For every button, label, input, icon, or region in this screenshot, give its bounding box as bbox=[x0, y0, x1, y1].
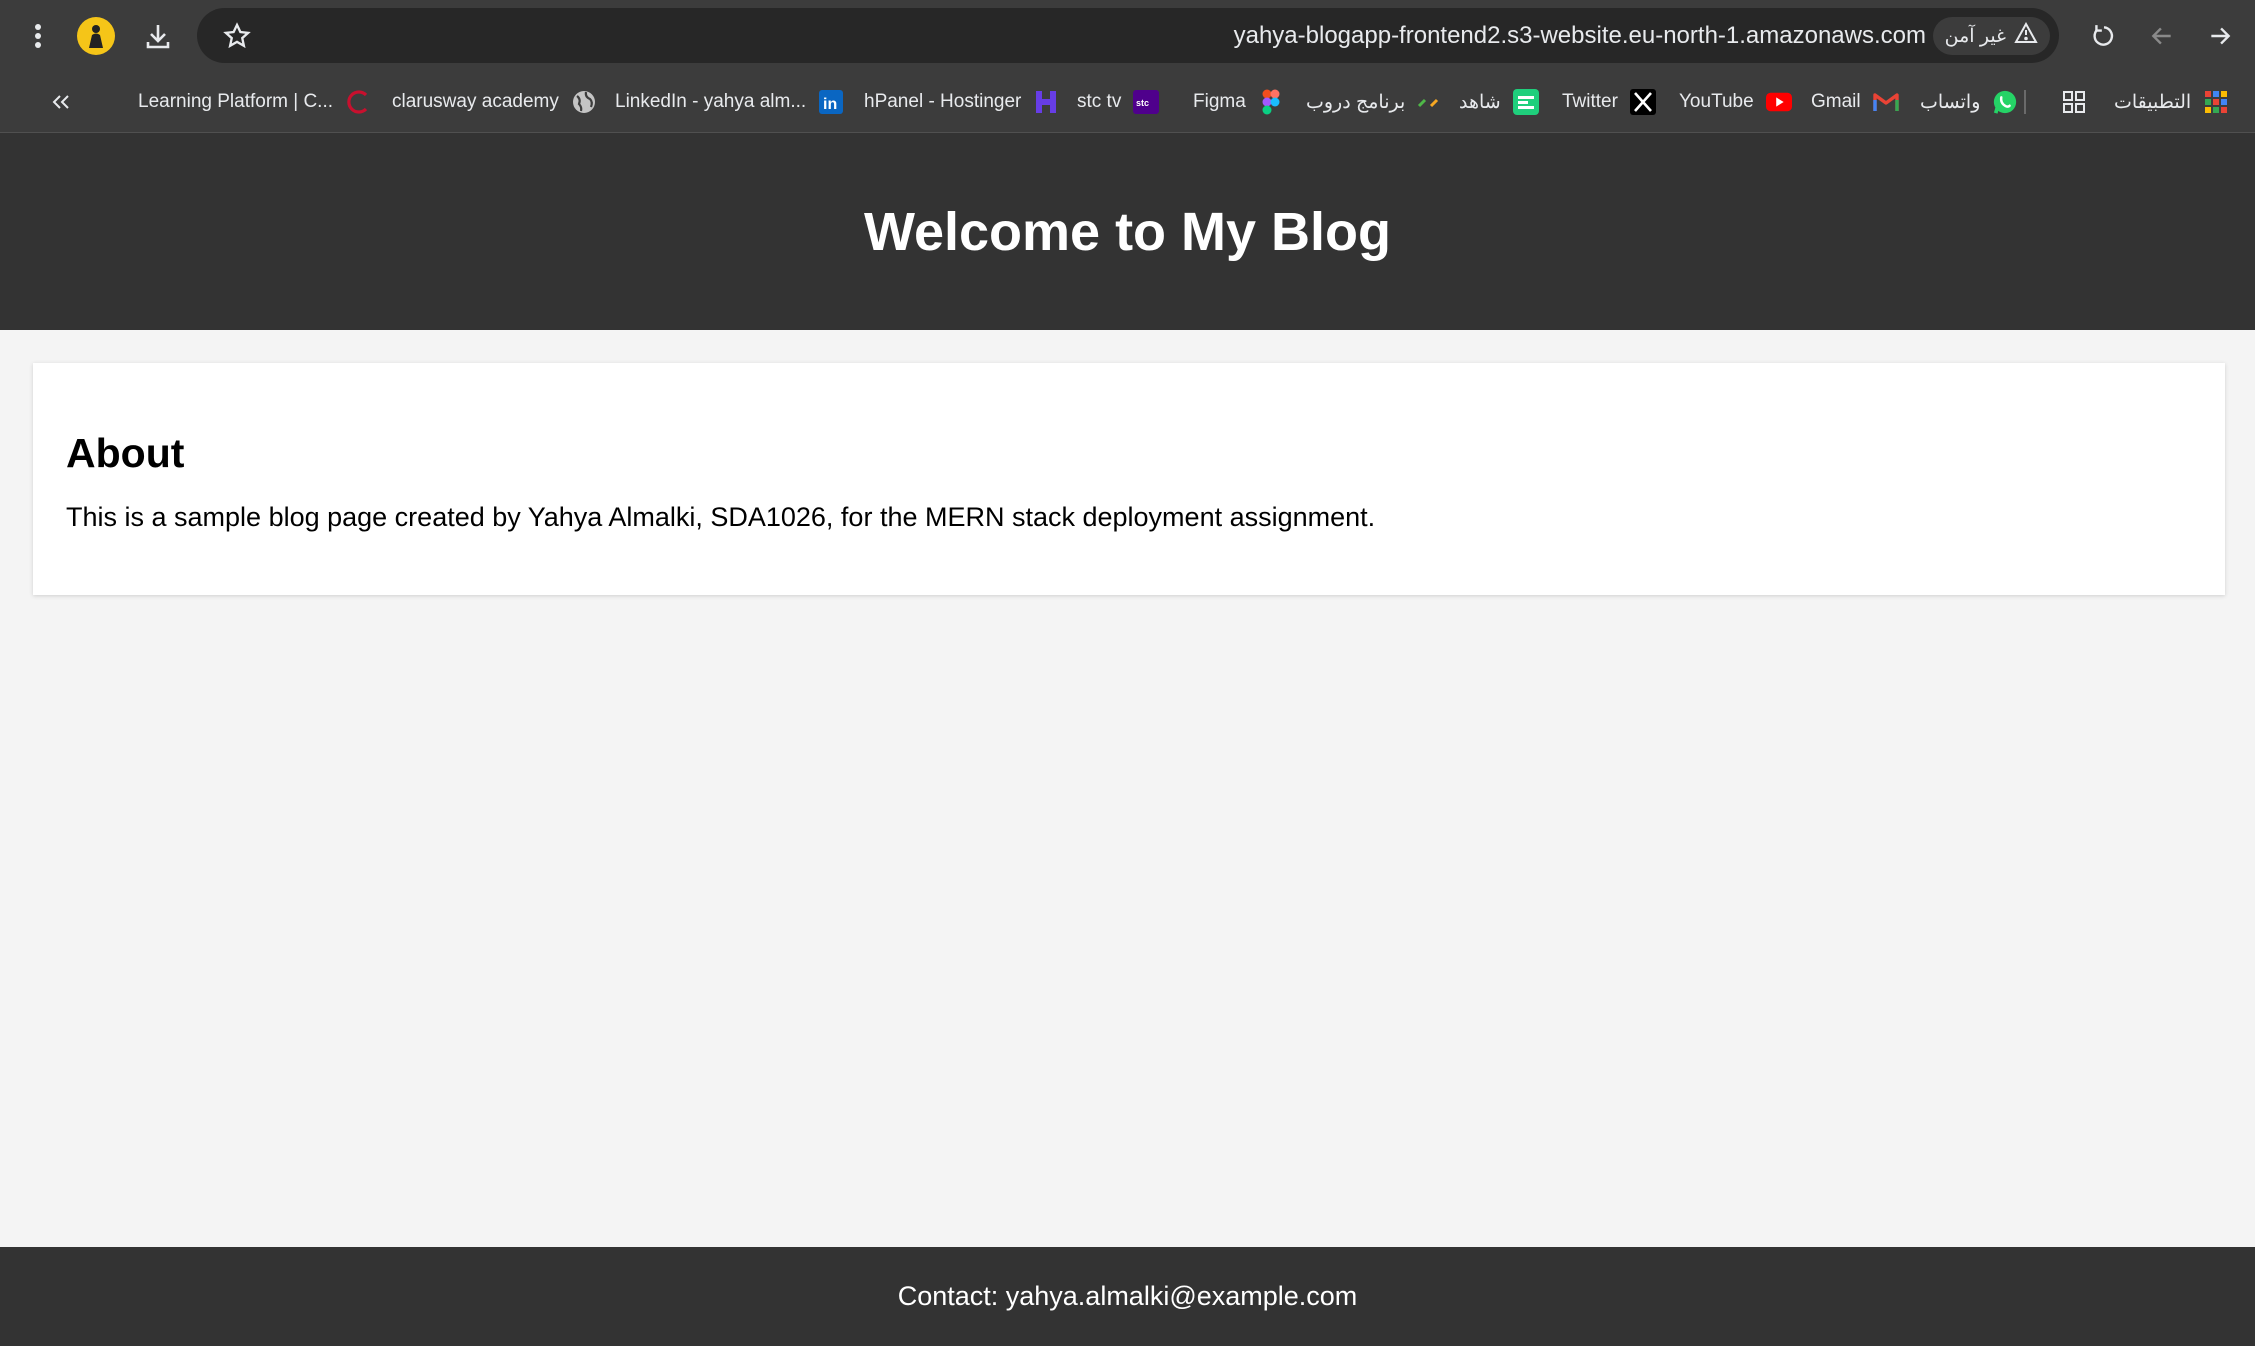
bookmark-youtube[interactable]: YouTube bbox=[1679, 72, 1792, 132]
bookmark-linkedin[interactable]: LinkedIn - yahya alm... in bbox=[615, 72, 844, 132]
blog-footer: Contact: yahya.almalki@example.com bbox=[0, 1247, 2255, 1346]
bookmark-label: YouTube bbox=[1679, 91, 1754, 112]
bookmark-shahid[interactable]: شاهد bbox=[1459, 72, 1539, 132]
star-icon[interactable] bbox=[217, 16, 257, 56]
bookmark-twitter[interactable]: Twitter bbox=[1562, 72, 1656, 132]
bookmark-learning-platform[interactable]: Learning Platform | C... bbox=[138, 72, 371, 132]
browser-toolbar: yahya-blogapp-frontend2.s3-website.eu-no… bbox=[0, 0, 2255, 72]
stctv-icon: stc bbox=[1133, 89, 1160, 115]
bookmark-hostinger[interactable]: hPanel - Hostinger bbox=[864, 72, 1059, 132]
about-card: About This is a sample blog page created… bbox=[33, 363, 2225, 595]
security-chip[interactable]: غير آمن bbox=[1932, 17, 2050, 55]
bookmark-label: Gmail bbox=[1811, 91, 1861, 112]
bookmark-stctv[interactable]: stc tv stc bbox=[1077, 72, 1160, 132]
bookmark-label: التطبيقات bbox=[2114, 91, 2192, 113]
globe-icon bbox=[571, 89, 597, 115]
bookmark-whatsapp[interactable]: واتساب bbox=[1920, 72, 2018, 132]
download-icon[interactable] bbox=[138, 16, 178, 56]
bookmark-figma[interactable]: Figma bbox=[1193, 72, 1284, 132]
bookmark-label: LinkedIn - yahya alm... bbox=[615, 91, 807, 112]
bookmark-duroob[interactable]: برنامج دروب bbox=[1306, 72, 1443, 132]
duroob-icon bbox=[1417, 89, 1443, 115]
about-text: This is a sample blog page created by Ya… bbox=[66, 502, 1376, 532]
youtube-icon bbox=[1765, 89, 1792, 115]
bookmark-label: شاهد bbox=[1459, 91, 1501, 113]
bookmark-label: واتساب bbox=[1920, 91, 1981, 113]
url-text[interactable]: yahya-blogapp-frontend2.s3-website.eu-no… bbox=[1234, 8, 1926, 63]
gmail-icon bbox=[1872, 89, 1899, 115]
apps-grid-icon bbox=[2203, 89, 2229, 115]
contact-text: Contact: yahya.almalki@example.com bbox=[897, 1281, 1358, 1311]
bookmark-apps[interactable]: التطبيقات bbox=[2114, 72, 2229, 132]
bookmark-divider bbox=[2024, 90, 2026, 114]
reload-icon[interactable] bbox=[2084, 16, 2124, 56]
bookmark-clarusway-academy[interactable]: clarusway academy bbox=[392, 72, 597, 132]
svg-text:in: in bbox=[823, 96, 837, 113]
bookmark-label: clarusway academy bbox=[392, 91, 559, 112]
bookmark-label: Figma bbox=[1193, 91, 1246, 112]
clarusway-icon bbox=[345, 89, 371, 115]
profile-icon[interactable] bbox=[77, 17, 115, 55]
whatsapp-icon bbox=[1992, 89, 2018, 115]
security-label: غير آمن bbox=[1944, 25, 2006, 47]
address-bar[interactable]: yahya-blogapp-frontend2.s3-website.eu-no… bbox=[197, 8, 2059, 63]
bookmark-label: برنامج دروب bbox=[1306, 91, 1406, 113]
bookmark-label: Twitter bbox=[1562, 91, 1618, 112]
menu-dots-icon[interactable] bbox=[20, 16, 56, 56]
bookmark-label: Learning Platform | C... bbox=[138, 91, 334, 112]
forward-arrow-icon[interactable] bbox=[2200, 16, 2240, 56]
bookmark-gmail[interactable]: Gmail bbox=[1811, 72, 1899, 132]
x-icon bbox=[1629, 89, 1656, 115]
figma-icon bbox=[1258, 89, 1284, 115]
tab-groups-button[interactable] bbox=[2061, 72, 2087, 132]
hostinger-icon bbox=[1033, 89, 1059, 115]
bookmark-label: hPanel - Hostinger bbox=[864, 91, 1022, 112]
bookmarks-bar: Learning Platform | C... clarusway acade… bbox=[0, 72, 2255, 133]
svg-text:stc: stc bbox=[1136, 98, 1149, 108]
linkedin-icon: in bbox=[818, 89, 844, 115]
bookmark-label: stc tv bbox=[1077, 91, 1122, 112]
tab-groups-icon bbox=[2061, 89, 2087, 115]
blog-header: Welcome to My Blog bbox=[0, 133, 2255, 330]
warning-icon bbox=[2014, 21, 2038, 50]
about-heading: About bbox=[66, 430, 185, 476]
shahid-icon bbox=[1512, 89, 1539, 115]
back-arrow-icon[interactable] bbox=[2142, 16, 2182, 56]
page-title: Welcome to My Blog bbox=[863, 201, 1392, 262]
chevrons-left-icon[interactable] bbox=[44, 84, 78, 120]
